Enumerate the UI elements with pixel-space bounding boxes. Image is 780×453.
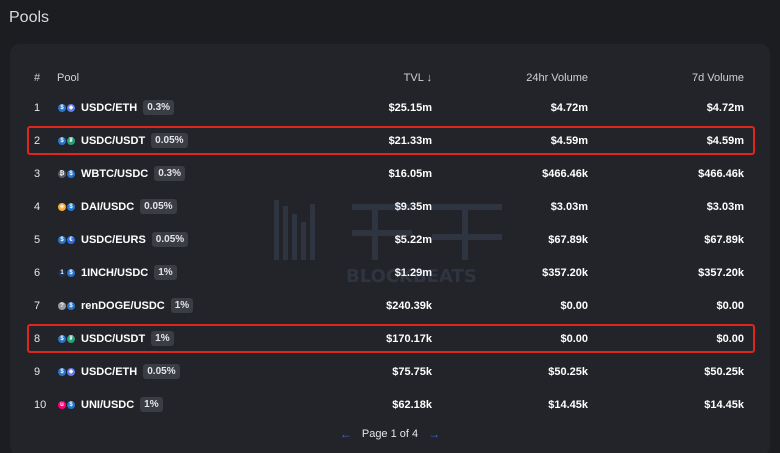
pool-name: USDC/ETH	[81, 365, 138, 378]
pool-cell[interactable]: ◈ $ DAI/USDC 0.05%	[57, 190, 177, 223]
volume-7d-value: $4.72m	[706, 101, 744, 114]
row-index: 1	[34, 101, 41, 114]
header-index: #	[34, 71, 41, 84]
table-row[interactable]: 10 u $ UNI/USDC 1% $62.18k $14.45k $14.45k	[10, 388, 770, 421]
row-highlight-box	[27, 126, 755, 155]
volume-24hr-value: $50.25k	[548, 365, 588, 378]
pool-cell[interactable]: $ ◆ USDC/ETH 0.3%	[57, 91, 175, 124]
fee-tier-badge: 0.05%	[140, 199, 177, 214]
tvl-value: $9.35m	[394, 200, 432, 213]
table-row[interactable]: 5 $ € USDC/EURS 0.05% $5.22m $67.89k $67.89k	[10, 223, 770, 256]
pool-name: USDC/ETH	[81, 101, 138, 114]
usdc-token-icon: $	[66, 399, 76, 410]
tvl-value: $25.15m	[388, 101, 432, 114]
row-highlight-box	[27, 324, 755, 353]
pool-name: 1INCH/USDC	[81, 266, 149, 279]
table-row[interactable]: 6 1 $ 1INCH/USDC 1% $1.29m $357.20k $357.20k	[10, 256, 770, 289]
table-header: # Pool TVL ↓ 24hr Volume 7d Volume	[10, 61, 770, 94]
pool-cell[interactable]: ₿ $ WBTC/USDC 0.3%	[57, 157, 186, 190]
tvl-value: $240.39k	[386, 299, 432, 312]
pool-name: DAI/USDC	[81, 200, 135, 213]
tvl-value: $62.18k	[392, 398, 432, 411]
fee-tier-badge: 0.3%	[154, 166, 186, 181]
volume-24hr-value: $67.89k	[548, 233, 588, 246]
pool-cell[interactable]: u $ UNI/USDC 1%	[57, 388, 163, 421]
pool-cell[interactable]: $ ◆ USDC/ETH 0.05%	[57, 355, 180, 388]
tvl-value: $16.05m	[388, 167, 432, 180]
usdc-token-icon: $	[66, 267, 76, 278]
row-index: 4	[34, 200, 41, 213]
pool-name: USDC/EURS	[81, 233, 146, 246]
token-pair-icons: ◈ $	[57, 201, 76, 212]
fee-tier-badge: 1%	[154, 265, 177, 280]
row-index: 7	[34, 299, 41, 312]
token-pair-icons: $ ◆	[57, 366, 76, 377]
pools-table: # Pool TVL ↓ 24hr Volume 7d Volume 1 $ ◆ US…	[10, 44, 770, 453]
volume-24hr-value: $14.45k	[548, 398, 588, 411]
table-row[interactable]: 9 $ ◆ USDC/ETH 0.05% $75.75k $50.25k $50.25k	[10, 355, 770, 388]
header-7d-volume[interactable]: 7d Volume	[692, 61, 744, 94]
table-row[interactable]: 4 ◈ $ DAI/USDC 0.05% $9.35m $3.03m $3.03m	[10, 190, 770, 223]
volume-7d-value: $466.46k	[698, 167, 744, 180]
fee-tier-badge: 1%	[170, 298, 194, 313]
volume-7d-value: $50.25k	[704, 365, 744, 378]
pool-name: renDOGE/USDC	[81, 299, 165, 312]
table-row[interactable]: 1 $ ◆ USDC/ETH 0.3% $25.15m $4.72m $4.72m	[10, 91, 770, 124]
header-24hr-volume[interactable]: 24hr Volume	[526, 61, 588, 94]
volume-7d-value: $67.89k	[704, 233, 744, 246]
usdc-token-icon: $	[66, 300, 76, 311]
row-index: 5	[34, 233, 41, 246]
tvl-value: $1.29m	[394, 266, 432, 279]
token-pair-icons: $ €	[57, 234, 76, 245]
page-indicator: Page 1 of 4	[361, 428, 419, 440]
token-pair-icons: 1 $	[57, 267, 76, 278]
usdc-token-icon: $	[66, 201, 76, 212]
row-index: 10	[34, 398, 47, 411]
fee-tier-badge: 0.3%	[143, 100, 175, 115]
pool-cell[interactable]: 1 $ 1INCH/USDC 1%	[57, 256, 177, 289]
fee-tier-badge: 0.05%	[143, 364, 180, 379]
volume-24hr-value: $0.00	[560, 299, 588, 312]
prev-page-arrow-icon[interactable]: ←	[340, 427, 352, 441]
fee-tier-badge: 1%	[140, 397, 163, 412]
table-row[interactable]: 3 ₿ $ WBTC/USDC 0.3% $16.05m $466.46k $466.46k	[10, 157, 770, 190]
eurs-token-icon: €	[66, 234, 76, 245]
next-page-arrow-icon[interactable]: →	[428, 427, 440, 441]
header-tvl-sort[interactable]: TVL ↓	[404, 61, 432, 94]
pool-name: WBTC/USDC	[81, 167, 149, 180]
volume-7d-value: $3.03m	[706, 200, 744, 213]
volume-24hr-value: $466.46k	[542, 167, 588, 180]
eth-token-icon: ◆	[66, 366, 76, 377]
page-title: Pools	[9, 9, 50, 26]
tvl-value: $5.22m	[394, 233, 432, 246]
pool-name: UNI/USDC	[81, 398, 135, 411]
token-pair-icons: u $	[57, 399, 76, 410]
row-index: 6	[34, 266, 41, 279]
pool-cell[interactable]: ? $ renDOGE/USDC 1%	[57, 289, 194, 322]
token-pair-icons: $ ◆	[57, 102, 76, 113]
volume-7d-value: $14.45k	[704, 398, 744, 411]
header-pool: Pool	[57, 71, 80, 84]
fee-tier-badge: 0.05%	[151, 232, 189, 247]
volume-24hr-value: $3.03m	[550, 200, 588, 213]
eth-token-icon: ◆	[66, 102, 76, 113]
row-index: 3	[34, 167, 41, 180]
pool-cell[interactable]: $ € USDC/EURS 0.05%	[57, 223, 189, 256]
volume-7d-value: $357.20k	[698, 266, 744, 279]
volume-7d-value: $0.00	[716, 299, 744, 312]
volume-24hr-value: $357.20k	[542, 266, 588, 279]
tvl-value: $75.75k	[392, 365, 432, 378]
table-row[interactable]: 7 ? $ renDOGE/USDC 1% $240.39k $0.00 $0.00	[10, 289, 770, 322]
usdc-token-icon: $	[66, 168, 76, 179]
pagination: ← Page 1 of 4 →	[0, 427, 780, 441]
token-pair-icons: ? $	[57, 300, 76, 311]
row-index: 9	[34, 365, 41, 378]
volume-24hr-value: $4.72m	[550, 101, 588, 114]
token-pair-icons: ₿ $	[57, 168, 76, 179]
